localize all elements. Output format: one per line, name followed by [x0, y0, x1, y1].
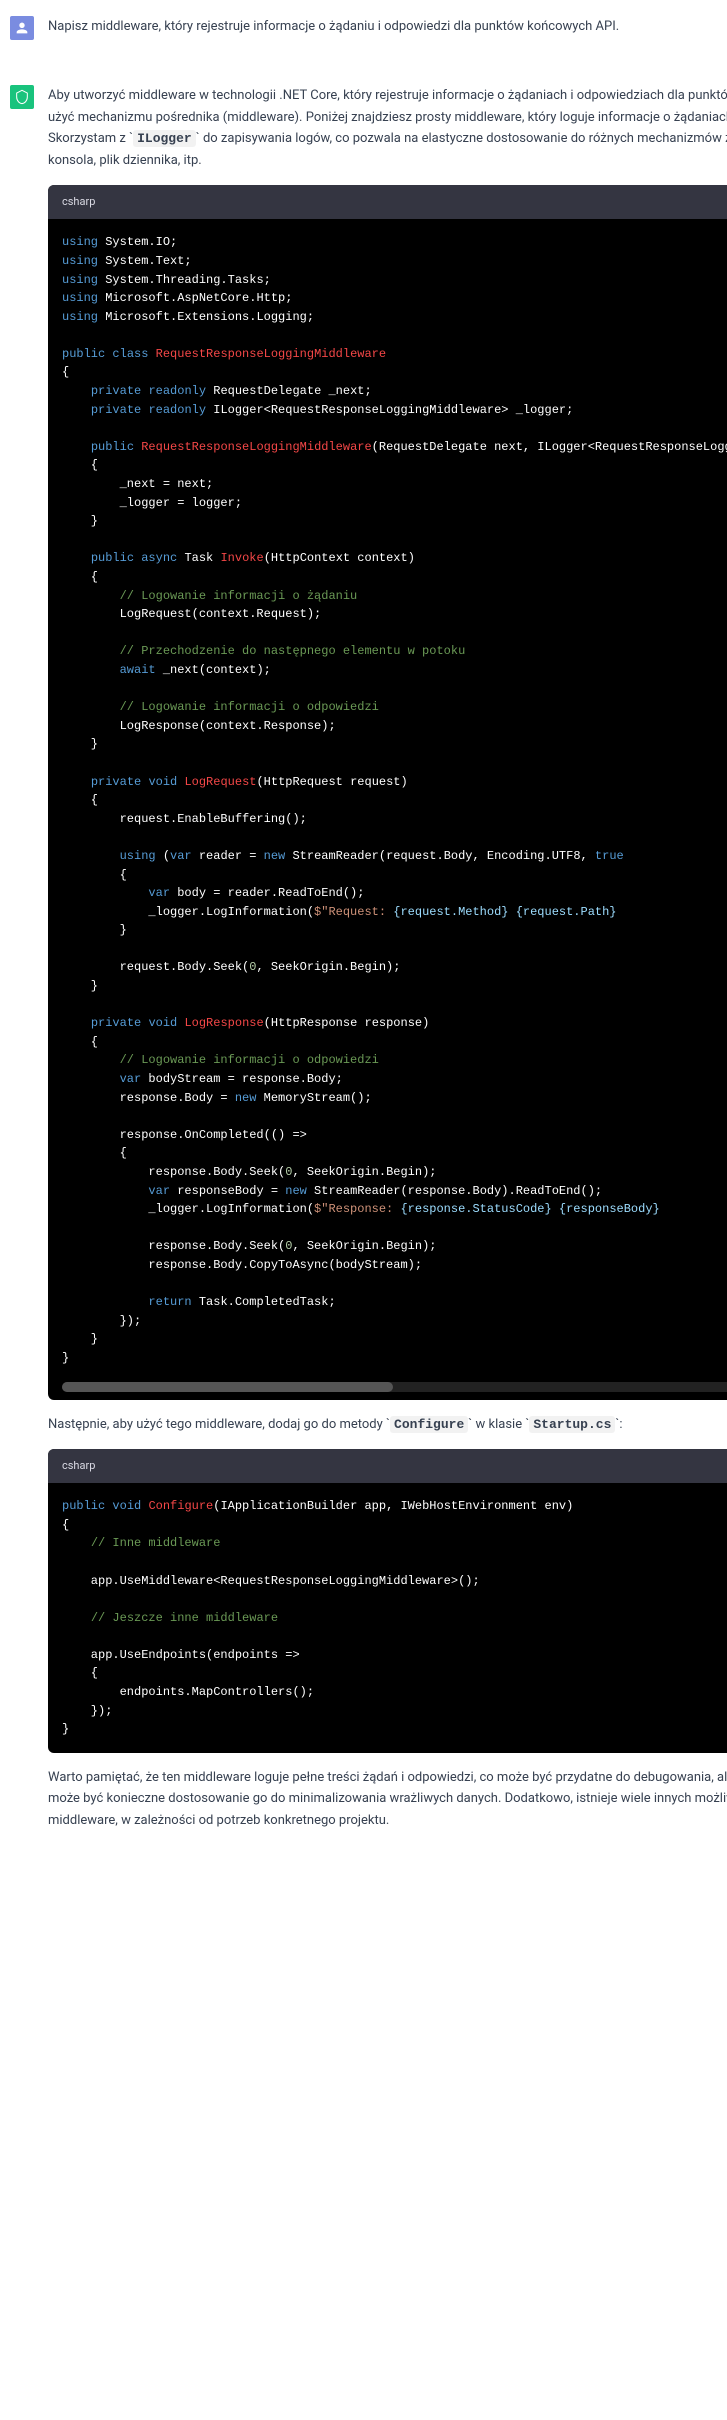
code-lang-label-2: csharp — [62, 1457, 95, 1475]
outro-paragraph: Warto pamiętać, że ten middleware loguje… — [48, 1767, 727, 1831]
user-text: Napisz middleware, który rejestruje info… — [48, 16, 717, 49]
code-pre-1: using System.IO; using System.Text; usin… — [62, 233, 727, 1367]
code-body-2[interactable]: public void Configure(IApplicationBuilde… — [48, 1483, 727, 1753]
code-header-1: csharp Copy code — [48, 185, 727, 219]
user-message: Napisz middleware, który rejestruje info… — [0, 0, 727, 69]
code-body-1[interactable]: using System.IO; using System.Text; usin… — [48, 219, 727, 1381]
code-header-2: csharp Copy code — [48, 1449, 727, 1483]
assistant-avatar — [10, 85, 34, 109]
code-block-2: csharp Copy code public void Configure(I… — [48, 1449, 727, 1753]
code-block-1: csharp Copy code using System.IO; using … — [48, 185, 727, 1399]
scrollbar-thumb[interactable] — [62, 1382, 393, 1392]
mid-paragraph: Następnie, aby użyć tego middleware, dod… — [48, 1414, 727, 1435]
assistant-message: Aby utworzyć middleware w technologii .N… — [0, 69, 727, 1863]
inline-code-ilogger: ILogger — [133, 130, 196, 147]
assistant-content: Aby utworzyć middleware w technologii .N… — [48, 85, 727, 1843]
user-avatar — [10, 16, 34, 40]
code-lang-label: csharp — [62, 193, 95, 211]
openai-icon — [14, 89, 30, 105]
user-message-text: Napisz middleware, który rejestruje info… — [48, 16, 717, 37]
horizontal-scrollbar[interactable] — [62, 1382, 727, 1392]
code-pre-2: public void Configure(IApplicationBuilde… — [62, 1497, 727, 1739]
intro-paragraph: Aby utworzyć middleware w technologii .N… — [48, 85, 727, 171]
inline-code-configure: Configure — [390, 1416, 468, 1433]
inline-code-startup: Startup.cs — [529, 1416, 615, 1433]
user-icon — [14, 20, 30, 36]
